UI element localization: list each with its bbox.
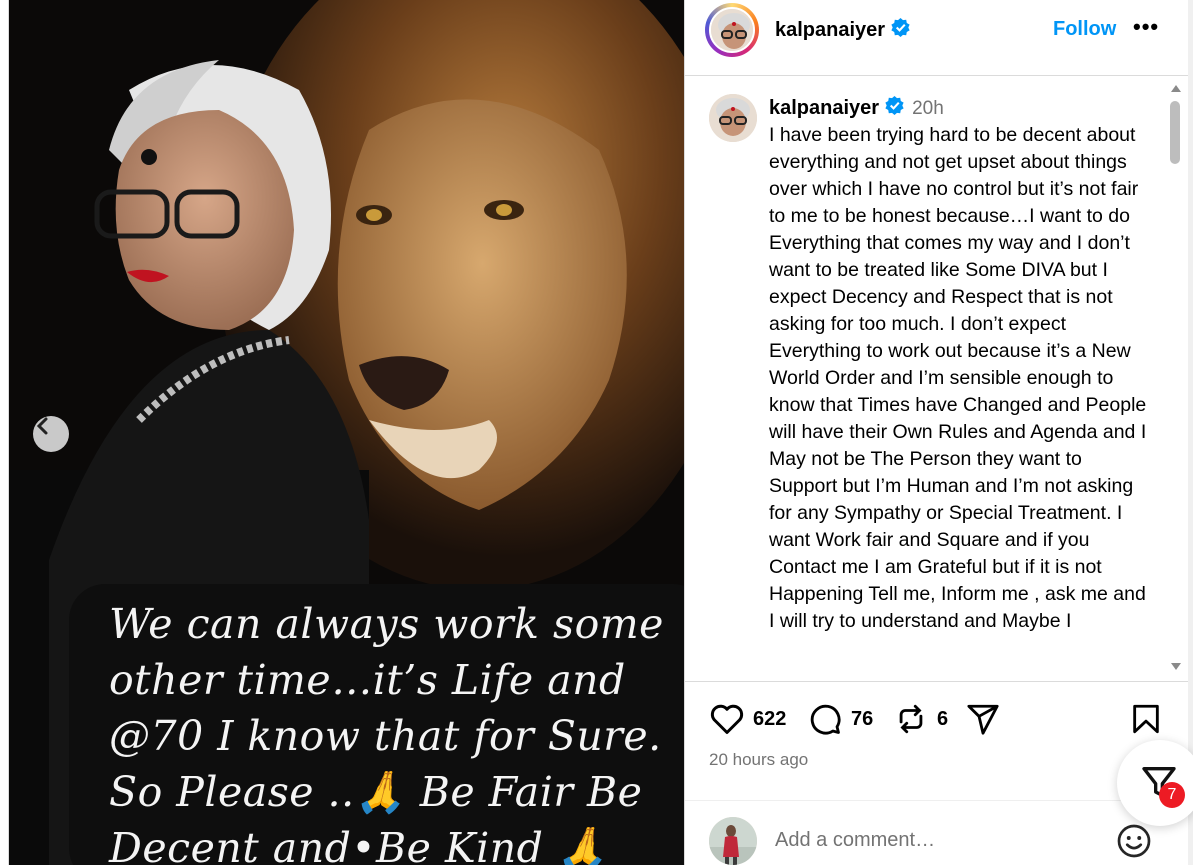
follow-button[interactable]: Follow [1053,18,1116,41]
like-count[interactable]: 622 [753,708,786,731]
repost-button[interactable]: 6 [893,702,948,736]
comment-bubble-icon [810,704,841,735]
comment-bar: Add a comment… [685,800,1189,866]
comment-count[interactable]: 76 [851,708,873,731]
share-button[interactable] [965,702,1001,736]
notification-badge: 7 [1159,782,1185,808]
post-header: kalpanaiyer Follow ••• [685,0,1189,76]
caption-scrollbar[interactable] [1168,76,1184,681]
repost-count[interactable]: 6 [937,708,948,731]
caption-text: I have been trying hard to be decent abo… [769,124,1147,632]
header-username[interactable]: kalpanaiyer [775,18,910,43]
scroll-down-icon[interactable] [1168,661,1184,673]
like-button[interactable]: 622 [709,702,786,736]
post-sidebar: kalpanaiyer Follow ••• kalpanaiyer 20h I … [684,0,1189,865]
post-media: We can always work some other time…it’s … [9,0,684,865]
caption-username[interactable]: kalpanaiyer 20h [769,96,944,121]
image-caption: We can always work some other time…it’s … [109,600,664,865]
page-edge [0,0,9,865]
emoji-icon[interactable] [1116,823,1152,859]
send-icon [967,704,999,735]
repost-icon [899,704,923,734]
comment-button[interactable]: 76 [807,702,873,736]
comment-input[interactable]: Add a comment… [775,829,935,852]
more-options-button[interactable]: ••• [1133,14,1159,40]
window-edge [1188,0,1193,865]
scroll-thumb[interactable] [1170,101,1180,164]
verified-badge-icon [885,96,904,121]
username-text[interactable]: kalpanaiyer [775,19,885,41]
post-timestamp[interactable]: 20 hours ago [709,750,808,770]
relative-time: 20h [912,97,944,119]
caption-username-text[interactable]: kalpanaiyer [769,97,879,119]
story-ring[interactable] [705,3,759,57]
save-button[interactable] [1129,702,1163,736]
chevron-left-icon [36,417,48,435]
avatar[interactable] [709,7,755,53]
previous-image-button[interactable] [33,416,69,452]
post-caption-area: kalpanaiyer 20h I have been trying hard t… [685,76,1189,682]
bookmark-icon [1133,704,1159,734]
floating-filter-button[interactable]: 7 [1117,740,1193,826]
heart-icon [710,704,744,734]
caption-avatar[interactable] [709,94,757,142]
verified-badge-icon [891,18,910,43]
scroll-up-icon[interactable] [1168,82,1184,94]
viewer-avatar[interactable] [709,817,757,865]
